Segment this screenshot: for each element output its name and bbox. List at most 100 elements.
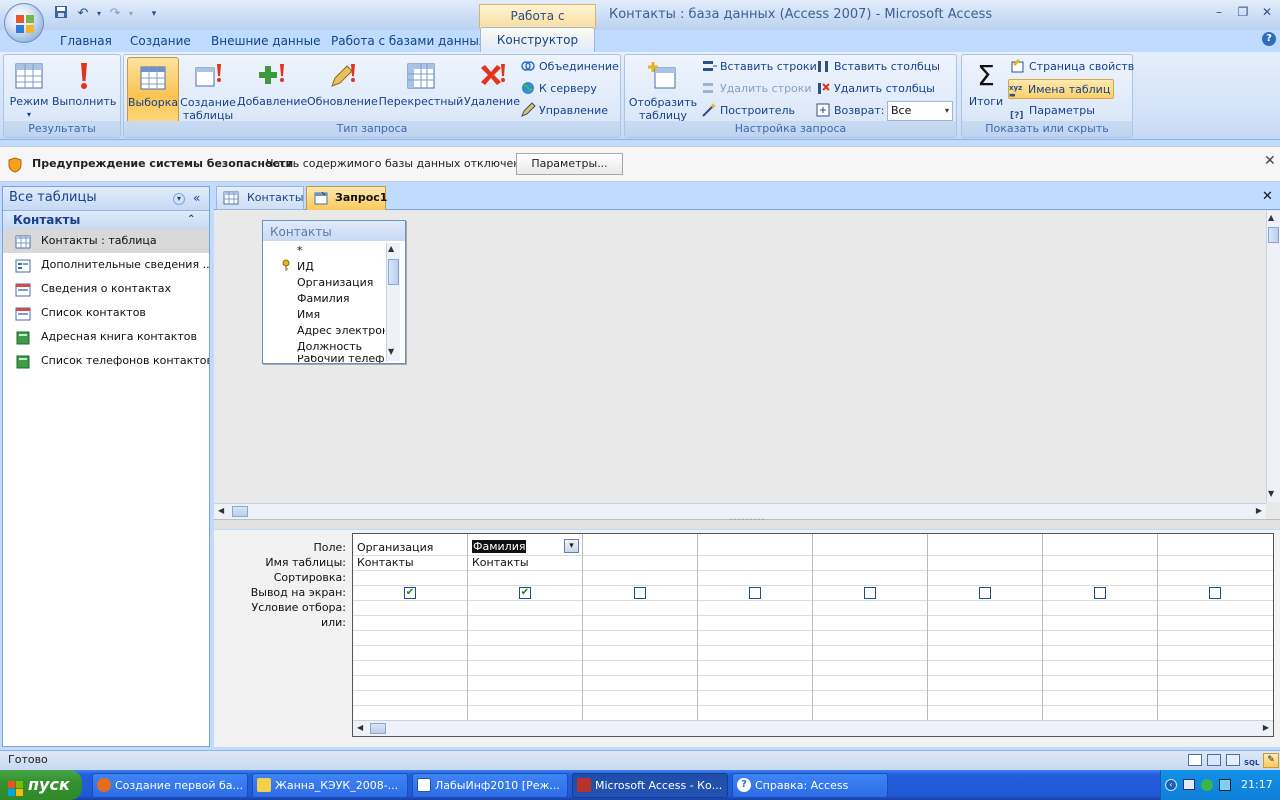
taskbar-button-help[interactable]: ? Справка: Access <box>732 773 888 798</box>
office-button[interactable] <box>4 3 44 43</box>
scroll-up-icon[interactable]: ▲ <box>388 244 394 253</box>
grid-column-6[interactable] <box>928 534 1043 724</box>
grid-table-cell[interactable]: Контакты <box>472 556 529 569</box>
show-checkbox[interactable] <box>864 587 876 599</box>
field-list-scrollbar[interactable]: ▲ ▼ <box>386 243 400 361</box>
datasheet-view-icon[interactable] <box>1188 754 1202 766</box>
field-position[interactable]: Должность <box>297 339 385 355</box>
table-names-button[interactable]: xyz ▬ Имена таблиц <box>1008 79 1115 99</box>
nav-item-phone-list[interactable]: Список телефонов контактов <box>3 349 209 373</box>
grid-column-4[interactable] <box>698 534 813 724</box>
scroll-down-icon[interactable]: ▼ <box>1268 489 1274 498</box>
scroll-down-icon[interactable]: ▼ <box>388 347 394 356</box>
grid-field-cell[interactable]: Организация <box>357 541 433 554</box>
scroll-left-icon[interactable]: ◀ <box>218 506 224 515</box>
tab-home[interactable]: Главная <box>60 32 112 52</box>
nav-item-contact-details[interactable]: Сведения о контактах <box>3 277 209 301</box>
scroll-thumb[interactable] <box>388 259 399 285</box>
scroll-right-icon[interactable]: ▶ <box>1263 723 1269 732</box>
scroll-thumb[interactable] <box>232 506 248 517</box>
scroll-up-icon[interactable]: ▲ <box>1268 213 1274 222</box>
taskbar-button-folder[interactable]: Жанна_КЭУК_2008-... <box>252 773 408 798</box>
scroll-thumb[interactable] <box>1268 227 1279 243</box>
nav-group-header[interactable]: Контакты ⌃ <box>3 211 209 229</box>
nav-pane-header[interactable]: Все таблицы ▾ « <box>3 187 209 211</box>
grid-column-7[interactable] <box>1043 534 1158 724</box>
view-button[interactable]: Режим ▾ <box>6 57 52 121</box>
redo-dropdown-icon[interactable]: ▾ <box>122 5 140 23</box>
qat-customize-icon[interactable]: ▾ <box>145 5 163 23</box>
design-vertical-scrollbar[interactable]: ▲ ▼ <box>1266 211 1280 502</box>
scroll-left-icon[interactable]: ◀ <box>357 723 363 732</box>
tab-database-tools[interactable]: Работа с базами данных <box>331 32 486 52</box>
pass-through-button[interactable]: К серверу <box>520 79 597 99</box>
design-horizontal-scrollbar[interactable]: ◀ ▶ <box>214 503 1266 519</box>
grid-column-5[interactable] <box>813 534 928 724</box>
taskbar-button-firefox[interactable]: Создание первой ба... <box>92 773 248 798</box>
scroll-right-icon[interactable]: ▶ <box>1256 506 1262 515</box>
show-checkbox[interactable] <box>634 587 646 599</box>
taskbar-button-word[interactable]: ЛабыИнф2010 [Реж... <box>412 773 568 798</box>
insert-rows-button[interactable]: Вставить строки <box>701 57 817 77</box>
insert-columns-button[interactable]: Вставить столбцы <box>815 57 940 77</box>
pivot-table-icon[interactable] <box>1207 754 1221 766</box>
tab-design[interactable]: Конструктор <box>480 27 595 53</box>
scroll-thumb[interactable] <box>370 723 386 734</box>
close-document-icon[interactable]: ✕ <box>1262 189 1273 204</box>
close-button[interactable]: ✕ <box>1256 5 1278 23</box>
design-view-icon[interactable]: ✎ <box>1263 753 1279 768</box>
delete-query-button[interactable]: Удаление <box>464 57 520 121</box>
nav-item-address-book[interactable]: Адресная книга контактов <box>3 325 209 349</box>
builder-button[interactable]: Построитель <box>701 101 795 121</box>
field-work-phone[interactable]: Рабочий телефон <box>297 355 385 363</box>
grid-horizontal-scrollbar[interactable]: ◀ ▶ <box>353 720 1273 736</box>
nav-item-extra-info[interactable]: Дополнительные сведения ... <box>3 253 209 277</box>
field-id[interactable]: ИД <box>297 259 385 275</box>
return-select[interactable]: Все ▾ <box>887 101 953 121</box>
totals-button[interactable]: Σ Итоги <box>964 57 1008 121</box>
show-table-button[interactable]: Отобразить таблицу <box>627 57 699 122</box>
make-table-button[interactable]: Создание таблицы <box>179 57 237 122</box>
property-sheet-button[interactable]: Страница свойств <box>1010 57 1134 77</box>
taskbar-button-access[interactable]: Microsoft Access - Ко... <box>572 773 728 798</box>
doc-tab-contacts[interactable]: Контакты <box>216 186 304 210</box>
restore-button[interactable]: ❐ <box>1232 5 1254 23</box>
show-checkbox[interactable] <box>749 587 761 599</box>
tray-expand-icon[interactable]: ‹ <box>1165 779 1177 791</box>
show-checkbox[interactable] <box>1094 587 1106 599</box>
show-checkbox[interactable]: ✔ <box>404 587 416 599</box>
close-security-bar-icon[interactable]: ✕ <box>1264 153 1276 169</box>
collapse-group-icon[interactable]: ⌃ <box>187 211 195 229</box>
delete-rows-button[interactable]: Удалить строки <box>701 79 812 99</box>
tray-app-icon[interactable] <box>1219 779 1231 791</box>
nav-item-contact-list[interactable]: Список контактов <box>3 301 209 325</box>
grid-column-8[interactable] <box>1158 534 1273 724</box>
field-all[interactable]: * <box>297 243 385 259</box>
field-last-name[interactable]: Фамилия <box>297 291 385 307</box>
save-icon[interactable] <box>52 5 70 23</box>
grid-column-3[interactable] <box>583 534 698 724</box>
select-query-button[interactable]: Выборка <box>127 57 179 123</box>
delete-columns-button[interactable]: Удалить столбцы <box>815 79 935 99</box>
grid-field-cell-selected[interactable]: Фамилия <box>472 540 527 553</box>
field-email[interactable]: Адрес электронн <box>297 323 385 339</box>
data-definition-button[interactable]: Управление <box>520 101 608 121</box>
security-center-icon[interactable] <box>1201 779 1213 791</box>
grid-table-cell[interactable]: Контакты <box>357 556 414 569</box>
run-button[interactable]: Выполнить <box>52 57 116 121</box>
append-button[interactable]: Добавление <box>237 57 307 121</box>
tab-create[interactable]: Создание <box>130 32 191 52</box>
grid-column-1[interactable]: Организация Контакты ✔ <box>353 534 468 724</box>
crosstab-button[interactable]: Перекрестный <box>378 57 464 121</box>
grid-column-2[interactable]: Фамилия ▾ Контакты ✔ <box>468 534 583 724</box>
field-dropdown-chevron-icon[interactable]: ▾ <box>564 539 579 553</box>
help-icon[interactable]: ? <box>1262 32 1276 46</box>
show-checkbox[interactable] <box>1209 587 1221 599</box>
parameters-button[interactable]: [?] Параметры <box>1010 101 1095 121</box>
nav-item-contacts-table[interactable]: Контакты : таблица <box>3 229 209 253</box>
field-list-contacts[interactable]: Контакты * ИД Организация Фамилия Имя Ад… <box>262 220 406 364</box>
splitter-bar[interactable]: ˙˙˙˙˙˙˙˙˙ <box>214 519 1280 529</box>
field-organization[interactable]: Организация <box>297 275 385 291</box>
shutter-bar-icon[interactable]: « <box>193 187 200 209</box>
doc-tab-query1[interactable]: Запрос1 <box>306 186 387 210</box>
